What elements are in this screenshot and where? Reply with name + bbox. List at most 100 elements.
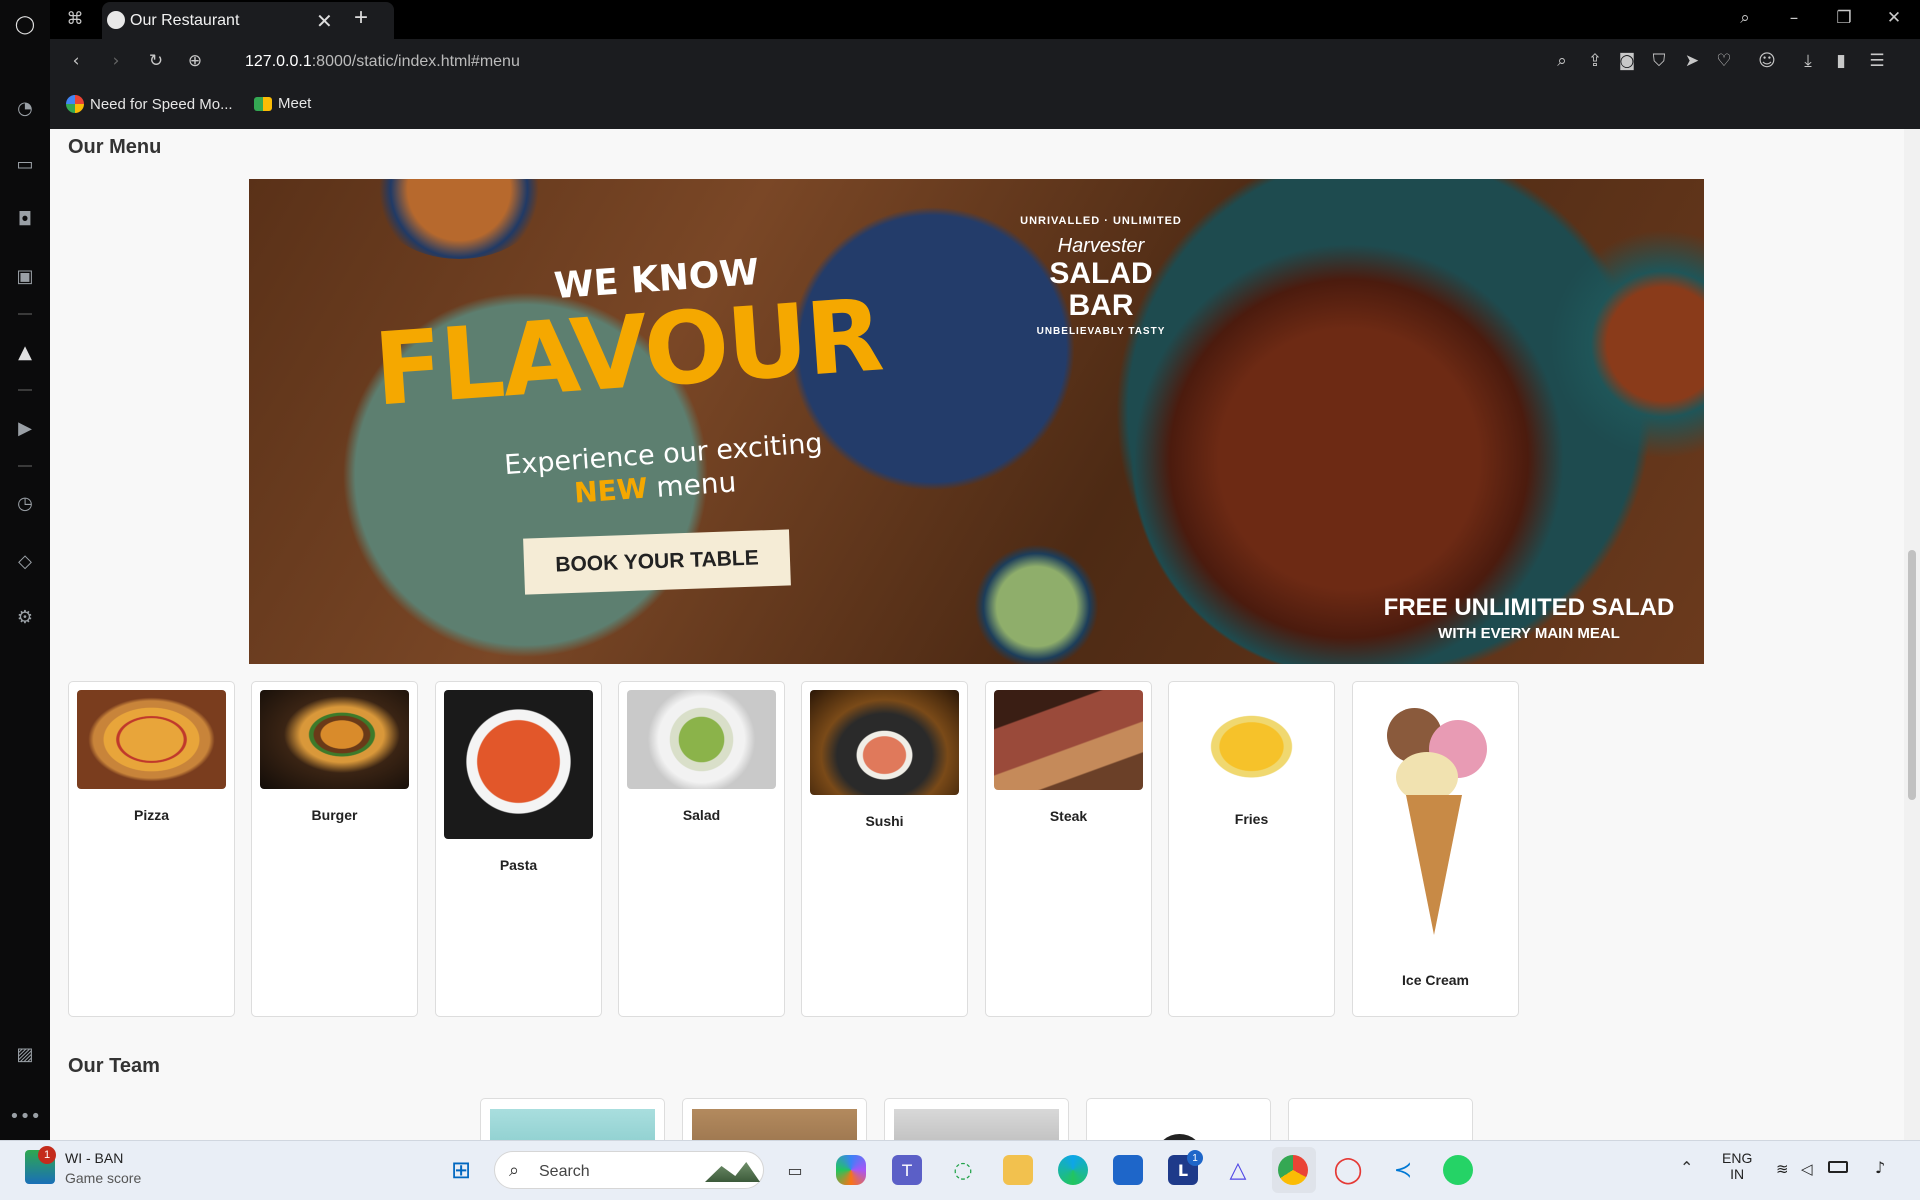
badge-bottom-text: UNBELIEVABLY TASTY [1036,326,1166,337]
chevron-up-icon[interactable]: ⌃ [1680,1158,1693,1177]
notification-badge: 1 [38,1146,56,1164]
chrome-icon[interactable] [1278,1155,1308,1185]
player-icon[interactable]: ▶ [13,416,37,440]
send-icon[interactable]: ➤ [1680,49,1704,73]
menu-card-ice-cream[interactable]: Ice Cream [1352,681,1519,1017]
widget-title[interactable]: WI - BAN [65,1150,123,1166]
lang-code: ENG [1722,1150,1753,1166]
tab-title: Our Restaurant [130,12,240,29]
edge-icon[interactable] [1058,1155,1088,1185]
menu-card-pasta[interactable]: Pasta [435,681,602,1017]
address-bar: ‹ › ↻ ⊕ 127.0.0.1:8000/static/index.html… [50,39,1920,83]
menu-item-name: Pizza [133,807,169,823]
back-icon[interactable]: ‹ [64,49,88,73]
forward-icon[interactable]: › [104,49,128,73]
badge-brand: Harvester [1057,235,1145,257]
fries-image [1177,690,1326,793]
cube-icon[interactable]: ◇ [13,549,37,573]
settings-icon[interactable]: ⚙ [13,605,37,629]
heart-icon[interactable]: ♡ [1712,49,1736,73]
badge-top-text: UNRIVALLED · UNLIMITED [1020,215,1182,227]
store-icon[interactable] [1113,1155,1143,1185]
download-icon[interactable]: ⤓ [1796,49,1820,73]
copilot-icon[interactable] [836,1155,866,1185]
sidebar-divider [18,313,32,315]
search-tabs-icon[interactable]: ⌕ [1733,6,1757,30]
opera-logo-icon[interactable]: ◯ [13,12,37,36]
bookmark-meet[interactable]: Meet [254,95,311,112]
menu-item-name: Fries [1234,811,1269,827]
language-indicator[interactable]: ENG IN [1722,1150,1752,1182]
wifi-icon[interactable]: ≋ [1776,1160,1789,1178]
bookmark-need-for-speed[interactable]: Need for Speed Mo... [66,95,233,113]
close-tab-icon[interactable]: ✕ [316,9,333,34]
easy-setup-icon[interactable]: ☰ [1865,49,1889,73]
menu-card-sushi[interactable]: Sushi [801,681,968,1017]
file-explorer-icon[interactable] [1003,1155,1033,1185]
url-field[interactable]: 127.0.0.1:8000/static/index.html#menu [245,53,520,71]
teams-icon[interactable]: T [892,1155,922,1185]
banner-new-word: NEW [573,471,649,510]
opera-gx-icon[interactable]: ◯ [1333,1155,1363,1185]
cone-shape [1406,795,1462,935]
task-view-icon[interactable]: ▭ [780,1155,810,1185]
windows-start-icon[interactable]: ⊞ [446,1155,476,1185]
more-icon[interactable]: ••• [9,1104,41,1128]
taskbar-search-box[interactable]: ⌕ Search [494,1151,764,1189]
refresh-app-icon[interactable]: ◌ [948,1155,978,1185]
chip-icon[interactable]: ▣ [13,264,37,288]
new-tab-button[interactable]: + [354,4,368,32]
notification-bell-icon[interactable]: ♪ [1875,1158,1885,1177]
battery-saver-icon[interactable]: ▮ [1829,49,1853,73]
close-window-icon[interactable]: ✕ [1882,6,1906,30]
site-info-icon[interactable]: ⊕ [183,49,207,73]
url-path: :8000/static/index.html#menu [311,53,520,70]
bag-icon[interactable]: ▭ [13,152,37,176]
meet-icon [254,96,272,111]
region-code: IN [1730,1166,1745,1182]
speed-dial-icon[interactable]: ◔ [13,96,37,120]
banner-offer: FREE UNLIMITED SALAD WITH EVERY MAIN MEA… [1379,594,1679,642]
restore-icon[interactable]: ❐ [1832,6,1856,30]
battery-icon[interactable] [1828,1161,1848,1173]
minimize-icon[interactable]: – [1782,6,1806,30]
book-table-button[interactable]: BOOK YOUR TABLE [523,529,791,595]
banner-headline: FLAVOUR [370,276,885,429]
shield-icon[interactable]: ⛉ [1647,49,1671,73]
menu-banner: WE KNOW FLAVOUR Experience our exciting … [249,179,1704,664]
app-badge: 1 [1187,1150,1203,1166]
reload-icon[interactable]: ↻ [144,49,168,73]
tacos-plate [369,179,549,259]
gamepad-icon[interactable]: ⌘ [63,7,87,31]
menu-item-name: Sushi [865,813,904,829]
menu-card-salad[interactable]: Salad [618,681,785,1017]
zoom-search-icon[interactable]: ⌕ [1550,49,1574,73]
menu-card-burger[interactable]: Burger [251,681,418,1017]
menu-card-pizza[interactable]: Pizza [68,681,235,1017]
menu-card-fries[interactable]: Fries [1168,681,1335,1017]
camera-icon[interactable]: ◙ [1615,49,1639,73]
scrollbar-thumb[interactable] [1908,550,1916,800]
tab-our-restaurant[interactable]: Our Restaurant ✕ [102,2,394,39]
bookmark-label: Need for Speed Mo... [90,95,233,113]
offer-line-2: WITH EVERY MAIN MEAL [1438,625,1620,642]
menu-card-steak[interactable]: Steak [985,681,1152,1017]
badge-title-1: SALAD [1049,257,1153,290]
twitch-icon[interactable]: ◘ [13,207,37,231]
search-mountain-art [705,1162,760,1182]
gallery-icon[interactable]: ▨ [13,1042,37,1066]
salad-bar-badge: UNRIVALLED · UNLIMITED Harvester SALAD B… [1016,207,1186,377]
aria-icon[interactable]: ▲ [13,340,37,364]
globe-favicon-icon [107,11,125,29]
browser-sidebar: ◯ ◔ ▭ ◘ ▣ ▲ ▶ ◷ ◇ ⚙ ▨ ••• [0,0,50,1140]
banner-menu-word: menu [655,465,738,504]
vscode-icon[interactable]: ≺ [1388,1155,1418,1185]
bookmarks-bar: Need for Speed Mo... Meet [50,83,1920,129]
profile-icon[interactable]: ☺ [1755,49,1779,73]
arc-icon[interactable]: △ [1223,1155,1253,1185]
share-icon[interactable]: ⇪ [1583,49,1607,73]
mute-icon[interactable]: ◁ [1801,1160,1813,1178]
whatsapp-icon[interactable] [1443,1155,1473,1185]
sidebar-divider [18,389,32,391]
history-icon[interactable]: ◷ [13,491,37,515]
